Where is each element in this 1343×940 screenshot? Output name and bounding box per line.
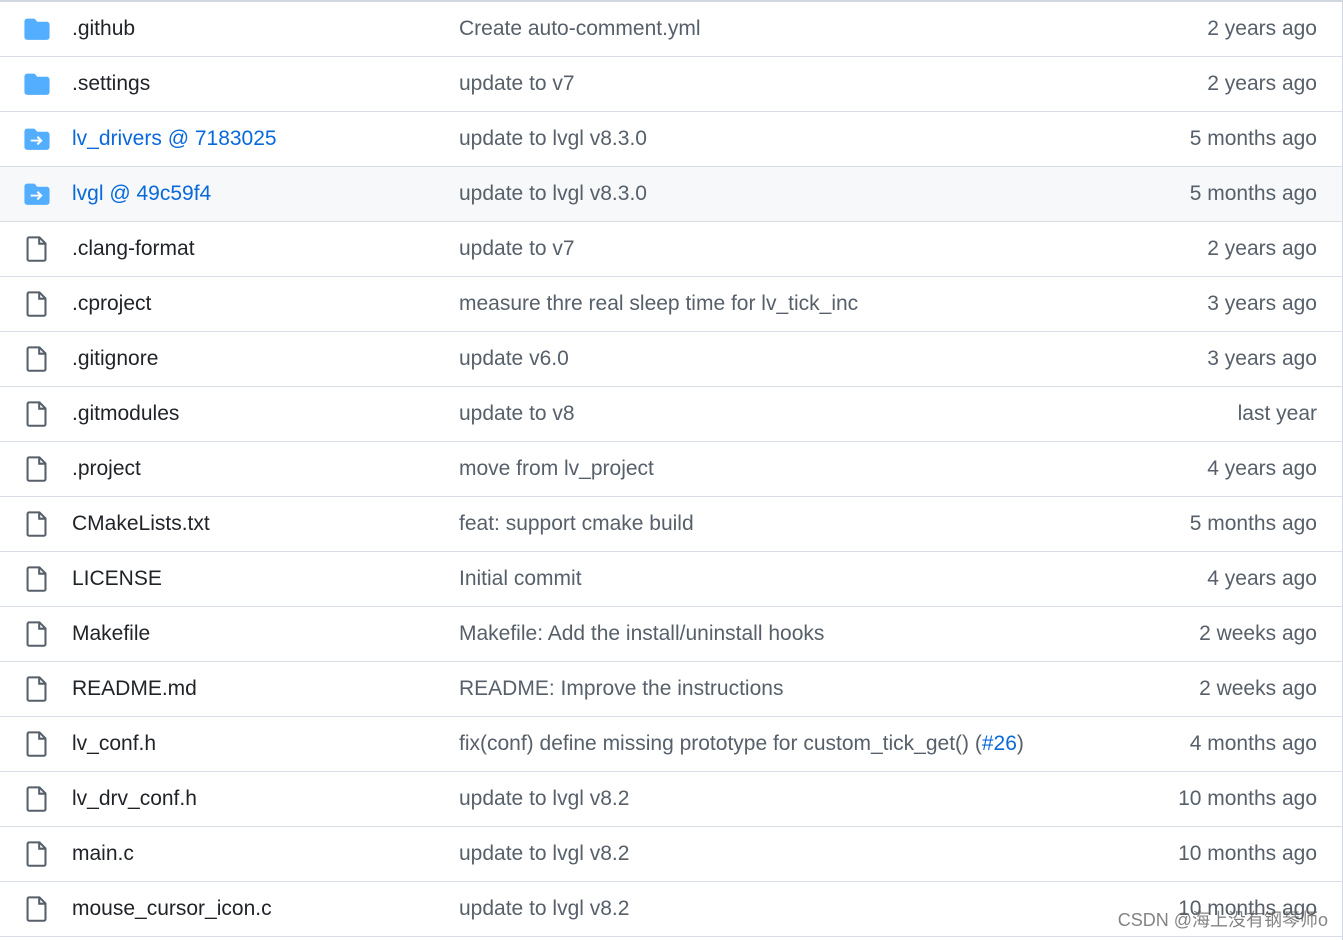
- file-icon: [24, 346, 50, 372]
- commit-time: 10 months ago: [1178, 897, 1317, 920]
- file-name-link[interactable]: .github: [72, 17, 135, 41]
- file-name-link[interactable]: mouse_cursor_icon.c: [72, 897, 272, 921]
- commit-message-link[interactable]: Create auto-comment.yml: [459, 17, 701, 41]
- file-row[interactable]: .gitmodules update to v8 last year: [0, 387, 1342, 442]
- file-icon: [24, 896, 50, 922]
- file-name-link[interactable]: CMakeLists.txt: [72, 512, 210, 536]
- submodule-link[interactable]: lv_drivers @ 7183025: [72, 127, 277, 151]
- file-row[interactable]: .cproject measure thre real sleep time f…: [0, 277, 1342, 332]
- file-row[interactable]: lv_conf.h fix(conf) define missing proto…: [0, 717, 1342, 772]
- commit-message-link[interactable]: Makefile: Add the install/uninstall hook…: [459, 622, 824, 646]
- commit-message-link[interactable]: feat: support cmake build: [459, 512, 694, 536]
- file-name-link[interactable]: main.c: [72, 842, 134, 866]
- file-row[interactable]: lv_drivers @ 7183025 update to lvgl v8.3…: [0, 112, 1342, 167]
- file-row[interactable]: lvgl @ 49c59f4 update to lvgl v8.3.0 5 m…: [0, 167, 1342, 222]
- commit-time: 2 weeks ago: [1199, 677, 1317, 700]
- commit-message-link[interactable]: measure thre real sleep time for lv_tick…: [459, 292, 858, 316]
- file-row[interactable]: .project move from lv_project 4 years ag…: [0, 442, 1342, 497]
- folder-icon: [24, 71, 50, 97]
- file-list: .github Create auto-comment.yml 2 years …: [0, 0, 1343, 940]
- commit-time: 2 weeks ago: [1199, 622, 1317, 645]
- commit-time: 3 years ago: [1207, 347, 1317, 370]
- file-row[interactable]: CMakeLists.txt feat: support cmake build…: [0, 497, 1342, 552]
- file-row[interactable]: Makefile Makefile: Add the install/unins…: [0, 607, 1342, 662]
- file-icon: [24, 566, 50, 592]
- commit-time: 10 months ago: [1178, 842, 1317, 865]
- commit-time: 2 years ago: [1207, 72, 1317, 95]
- commit-time: 2 years ago: [1207, 237, 1317, 260]
- file-row[interactable]: .github Create auto-comment.yml 2 years …: [0, 2, 1342, 57]
- file-name-link[interactable]: lv_conf.h: [72, 732, 156, 756]
- commit-time: last year: [1237, 402, 1317, 425]
- commit-message-tail[interactable]: ): [1017, 732, 1024, 755]
- file-row[interactable]: .settings update to v7 2 years ago: [0, 57, 1342, 112]
- submodule-icon: [24, 126, 50, 152]
- file-row[interactable]: lv_drv_conf.h update to lvgl v8.2 10 mon…: [0, 772, 1342, 827]
- file-name-link[interactable]: .gitignore: [72, 347, 158, 371]
- file-name-link[interactable]: .project: [72, 457, 141, 481]
- commit-message-link[interactable]: update to lvgl v8.3.0: [459, 127, 647, 151]
- commit-message-link[interactable]: README: Improve the instructions: [459, 677, 783, 701]
- commit-time: 5 months ago: [1189, 182, 1317, 205]
- commit-message-link[interactable]: Initial commit: [459, 567, 582, 591]
- commit-time: 4 years ago: [1207, 567, 1317, 590]
- file-row[interactable]: .gitignore update v6.0 3 years ago: [0, 332, 1342, 387]
- file-name-link[interactable]: .gitmodules: [72, 402, 179, 426]
- commit-message-link[interactable]: fix(conf) define missing prototype for c…: [459, 732, 982, 755]
- file-icon: [24, 676, 50, 702]
- commit-message-link[interactable]: update to lvgl v8.3.0: [459, 182, 647, 206]
- file-icon: [24, 731, 50, 757]
- file-row[interactable]: README.md README: Improve the instructio…: [0, 662, 1342, 717]
- commit-message-link[interactable]: update v6.0: [459, 347, 569, 371]
- file-icon: [24, 456, 50, 482]
- file-name-link[interactable]: .clang-format: [72, 237, 195, 261]
- commit-time: 10 months ago: [1178, 787, 1317, 810]
- file-name-link[interactable]: lv_drv_conf.h: [72, 787, 197, 811]
- file-icon: [24, 291, 50, 317]
- commit-message-link[interactable]: update to lvgl v8.2: [459, 897, 629, 921]
- submodule-link[interactable]: lvgl @ 49c59f4: [72, 182, 211, 206]
- commit-message-link[interactable]: update to v7: [459, 237, 575, 261]
- file-icon: [24, 841, 50, 867]
- pull-request-link[interactable]: #26: [982, 732, 1017, 755]
- file-icon: [24, 621, 50, 647]
- commit-message-link[interactable]: update to v7: [459, 72, 575, 96]
- file-row[interactable]: main.c update to lvgl v8.2 10 months ago: [0, 827, 1342, 882]
- file-row[interactable]: .clang-format update to v7 2 years ago: [0, 222, 1342, 277]
- commit-time: 3 years ago: [1207, 292, 1317, 315]
- commit-time: 5 months ago: [1189, 512, 1317, 535]
- file-name-link[interactable]: Makefile: [72, 622, 150, 646]
- commit-time: 2 years ago: [1207, 17, 1317, 40]
- folder-icon: [24, 16, 50, 42]
- file-row[interactable]: LICENSE Initial commit 4 years ago: [0, 552, 1342, 607]
- file-row[interactable]: mouse_cursor_icon.c update to lvgl v8.2 …: [0, 882, 1342, 937]
- file-name-link[interactable]: .cproject: [72, 292, 151, 316]
- file-icon: [24, 236, 50, 262]
- file-name-link[interactable]: .settings: [72, 72, 150, 96]
- commit-message-link[interactable]: update to lvgl v8.2: [459, 787, 629, 811]
- commit-time: 4 years ago: [1207, 457, 1317, 480]
- file-icon: [24, 511, 50, 537]
- commit-time: 4 months ago: [1189, 732, 1317, 755]
- submodule-icon: [24, 181, 50, 207]
- file-name-link[interactable]: README.md: [72, 677, 197, 701]
- file-icon: [24, 401, 50, 427]
- file-icon: [24, 786, 50, 812]
- file-name-link[interactable]: LICENSE: [72, 567, 162, 591]
- commit-message: fix(conf) define missing prototype for c…: [459, 732, 1024, 756]
- commit-message-link[interactable]: update to lvgl v8.2: [459, 842, 629, 866]
- commit-time: 5 months ago: [1189, 127, 1317, 150]
- commit-message-link[interactable]: move from lv_project: [459, 457, 654, 481]
- commit-message-link[interactable]: update to v8: [459, 402, 575, 426]
